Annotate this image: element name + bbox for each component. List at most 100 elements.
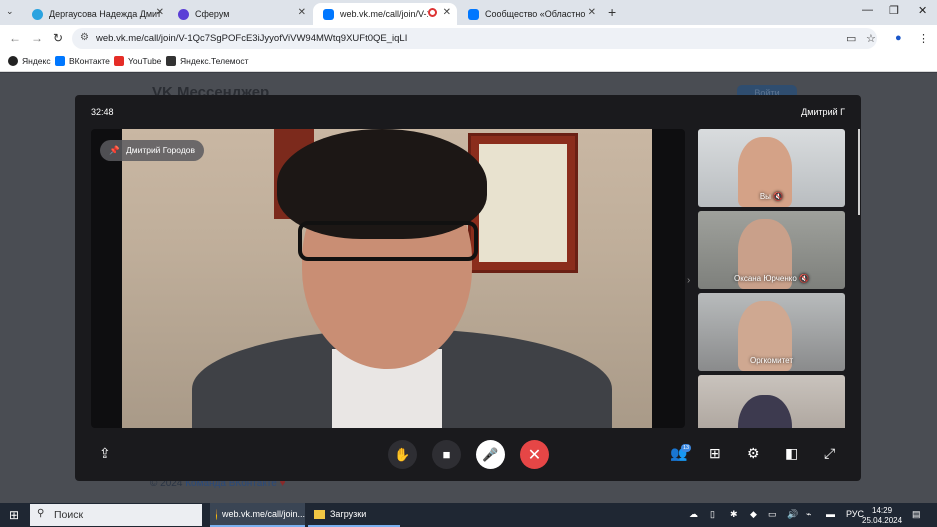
participant-label: Вы 🔇 — [759, 192, 784, 201]
close-tab-icon[interactable]: ✕ — [588, 7, 596, 18]
reload-icon[interactable]: ↻ — [53, 31, 63, 45]
site-info-icon[interactable]: ⚙ — [80, 32, 89, 43]
browser-tab-bar: ⌄ Дергаусова Надежда Дмит ✕ Сферум ✕ web… — [0, 0, 937, 25]
tray-display-icon[interactable]: ▭ — [768, 509, 777, 520]
forward-icon[interactable]: → — [31, 31, 43, 45]
tray-usb-icon[interactable]: ▯ — [710, 509, 715, 520]
minimize-icon[interactable]: — — [862, 4, 873, 16]
participant-label: Оргкомитет — [749, 356, 794, 365]
bluetooth-icon[interactable]: ✱ — [730, 509, 738, 520]
participant-label: Оксана Юрченко 🔇 — [734, 274, 809, 283]
chevron-right-icon[interactable]: › — [687, 275, 690, 286]
url-text: web.vk.me/call/join/V-1Qc7SgPOFcE3iJyyof… — [96, 33, 408, 44]
close-tab-icon[interactable]: ✕ — [443, 7, 451, 18]
tab-search-icon[interactable]: ⌄ — [6, 6, 14, 17]
chrome-icon — [216, 508, 217, 520]
hand-icon: ✋ — [394, 446, 411, 462]
yandex-icon — [8, 56, 18, 66]
maximize-icon[interactable]: ❐ — [889, 4, 899, 17]
call-window: 32:48 Дмитрий Г 📌 Дмитрий Городов › Вы 🔇… — [75, 95, 861, 481]
telemost-icon — [166, 56, 176, 66]
end-call-button[interactable]: ✕ — [520, 440, 549, 469]
tray-monitor-icon[interactable]: ▬ — [826, 509, 835, 519]
participant-avatar — [738, 395, 792, 428]
camera-toggle-button[interactable]: ■ — [432, 440, 461, 469]
tab-label: web.vk.me/call/join/V-1Q — [340, 9, 428, 19]
menu-icon[interactable]: ⋮ — [918, 32, 929, 45]
taskbar-app-label: Загрузки — [330, 509, 367, 519]
bookmark-label: ВКонтакте — [69, 56, 110, 66]
participants-scrollbar[interactable] — [858, 129, 860, 215]
clock-time: 14:29 — [872, 506, 893, 515]
camera-icon[interactable]: ▭ — [846, 32, 856, 45]
volume-icon[interactable]: 🔊 — [787, 509, 798, 520]
main-video[interactable]: 📌 Дмитрий Городов — [91, 129, 685, 428]
windows-start-icon[interactable]: ⊞ — [9, 508, 19, 522]
video-camera-icon: ■ — [442, 447, 451, 462]
tab-label: Сообщество «Областной Дв — [485, 9, 585, 19]
mic-off-icon: 🎤 — [482, 446, 499, 462]
participants-count-badge: 13 — [681, 444, 691, 452]
bookmarks-bar: Яндекс ВКонтакте YouTube Яндекс.Телемост — [0, 52, 937, 72]
taskbar-app-downloads[interactable]: Загрузки — [308, 503, 400, 527]
mic-toggle-button[interactable]: 🎤 — [476, 440, 505, 469]
mic-off-icon: 🔇 — [773, 192, 784, 201]
telegram-icon — [32, 8, 43, 20]
tab-telegram[interactable]: Дергаусова Надежда Дмит ✕ — [22, 3, 170, 25]
sferum-icon — [178, 8, 189, 20]
tray-shield-icon[interactable]: ◆ — [750, 509, 757, 520]
bookmark-label: Яндекс — [22, 56, 51, 66]
speaker-glasses — [298, 221, 478, 261]
close-tab-icon[interactable]: ✕ — [156, 7, 164, 18]
participant-tile[interactable] — [698, 375, 845, 428]
pinned-speaker-name: Дмитрий Городов — [125, 145, 196, 155]
pin-icon: 📌 — [109, 145, 120, 155]
bookmark-vk[interactable]: ВКонтакте — [55, 56, 110, 66]
tab-vk-call[interactable]: web.vk.me/call/join/V-1Q ✕ — [313, 3, 457, 25]
notifications-icon[interactable]: ▤ — [912, 509, 921, 520]
vk-icon — [468, 8, 479, 20]
raise-hand-button[interactable]: ✋ — [388, 440, 417, 469]
youtube-icon — [114, 56, 124, 66]
tab-vk-community[interactable]: Сообщество «Областной Дв ✕ — [458, 3, 602, 25]
bookmark-youtube[interactable]: YouTube — [114, 56, 161, 66]
fullscreen-icon[interactable]: ⤢ — [824, 445, 835, 462]
vk-icon — [55, 56, 65, 66]
taskbar-app-chrome[interactable]: web.vk.me/call/join... — [210, 503, 305, 527]
bookmark-telemost[interactable]: Яндекс.Телемост — [166, 56, 249, 66]
network-icon[interactable]: ⌁ — [806, 509, 811, 520]
speaker-video-feed — [122, 129, 652, 428]
bookmark-label: YouTube — [128, 56, 162, 66]
picture-in-picture-icon[interactable]: ◧ — [785, 445, 798, 462]
bookmark-yandex[interactable]: Яндекс — [8, 56, 51, 66]
new-tab-button[interactable]: + — [608, 4, 616, 20]
back-icon[interactable]: ← — [9, 31, 21, 45]
vk-icon — [323, 8, 334, 20]
system-clock[interactable]: 14:29 25.04.2024 — [862, 506, 902, 526]
tray-app-icon[interactable]: ☁ — [689, 509, 698, 520]
recording-icon — [428, 8, 437, 17]
clock-date: 25.04.2024 — [862, 516, 903, 525]
taskbar-search[interactable]: ⚲ Поиск — [30, 504, 202, 526]
close-tab-icon[interactable]: ✕ — [298, 7, 306, 18]
caller-name: Дмитрий Г — [801, 107, 845, 117]
url-field[interactable]: ⚙ web.vk.me/call/join/V-1Qc7SgPOFcE3iJyy… — [72, 28, 877, 49]
participant-tile[interactable]: Оргкомитет — [698, 293, 845, 371]
close-window-icon[interactable]: ✕ — [918, 4, 927, 17]
bookmark-star-icon[interactable]: ☆ — [866, 32, 876, 45]
taskbar-app-label: web.vk.me/call/join... — [221, 509, 305, 519]
grid-layout-icon[interactable]: ⊞ — [709, 445, 721, 462]
share-screen-icon[interactable]: ⇪ — [99, 445, 111, 462]
participant-tile[interactable]: Вы 🔇 — [698, 129, 845, 207]
tab-sferum[interactable]: Сферум ✕ — [168, 3, 312, 25]
profile-icon[interactable]: ● — [895, 32, 902, 44]
search-placeholder: Поиск — [54, 509, 84, 521]
mic-off-icon: 🔇 — [799, 274, 809, 283]
os-taskbar: ⊞ ⚲ Поиск web.vk.me/call/join... Загрузк… — [0, 503, 937, 527]
pinned-speaker-badge[interactable]: 📌 Дмитрий Городов — [100, 140, 205, 161]
address-bar: ← → ↻ ⚙ web.vk.me/call/join/V-1Qc7SgPOFc… — [0, 25, 937, 52]
search-icon: ⚲ — [37, 508, 45, 519]
close-icon: ✕ — [527, 446, 542, 464]
settings-icon[interactable]: ⚙ — [747, 445, 760, 462]
participant-tile[interactable]: Оксана Юрченко 🔇 — [698, 211, 845, 289]
